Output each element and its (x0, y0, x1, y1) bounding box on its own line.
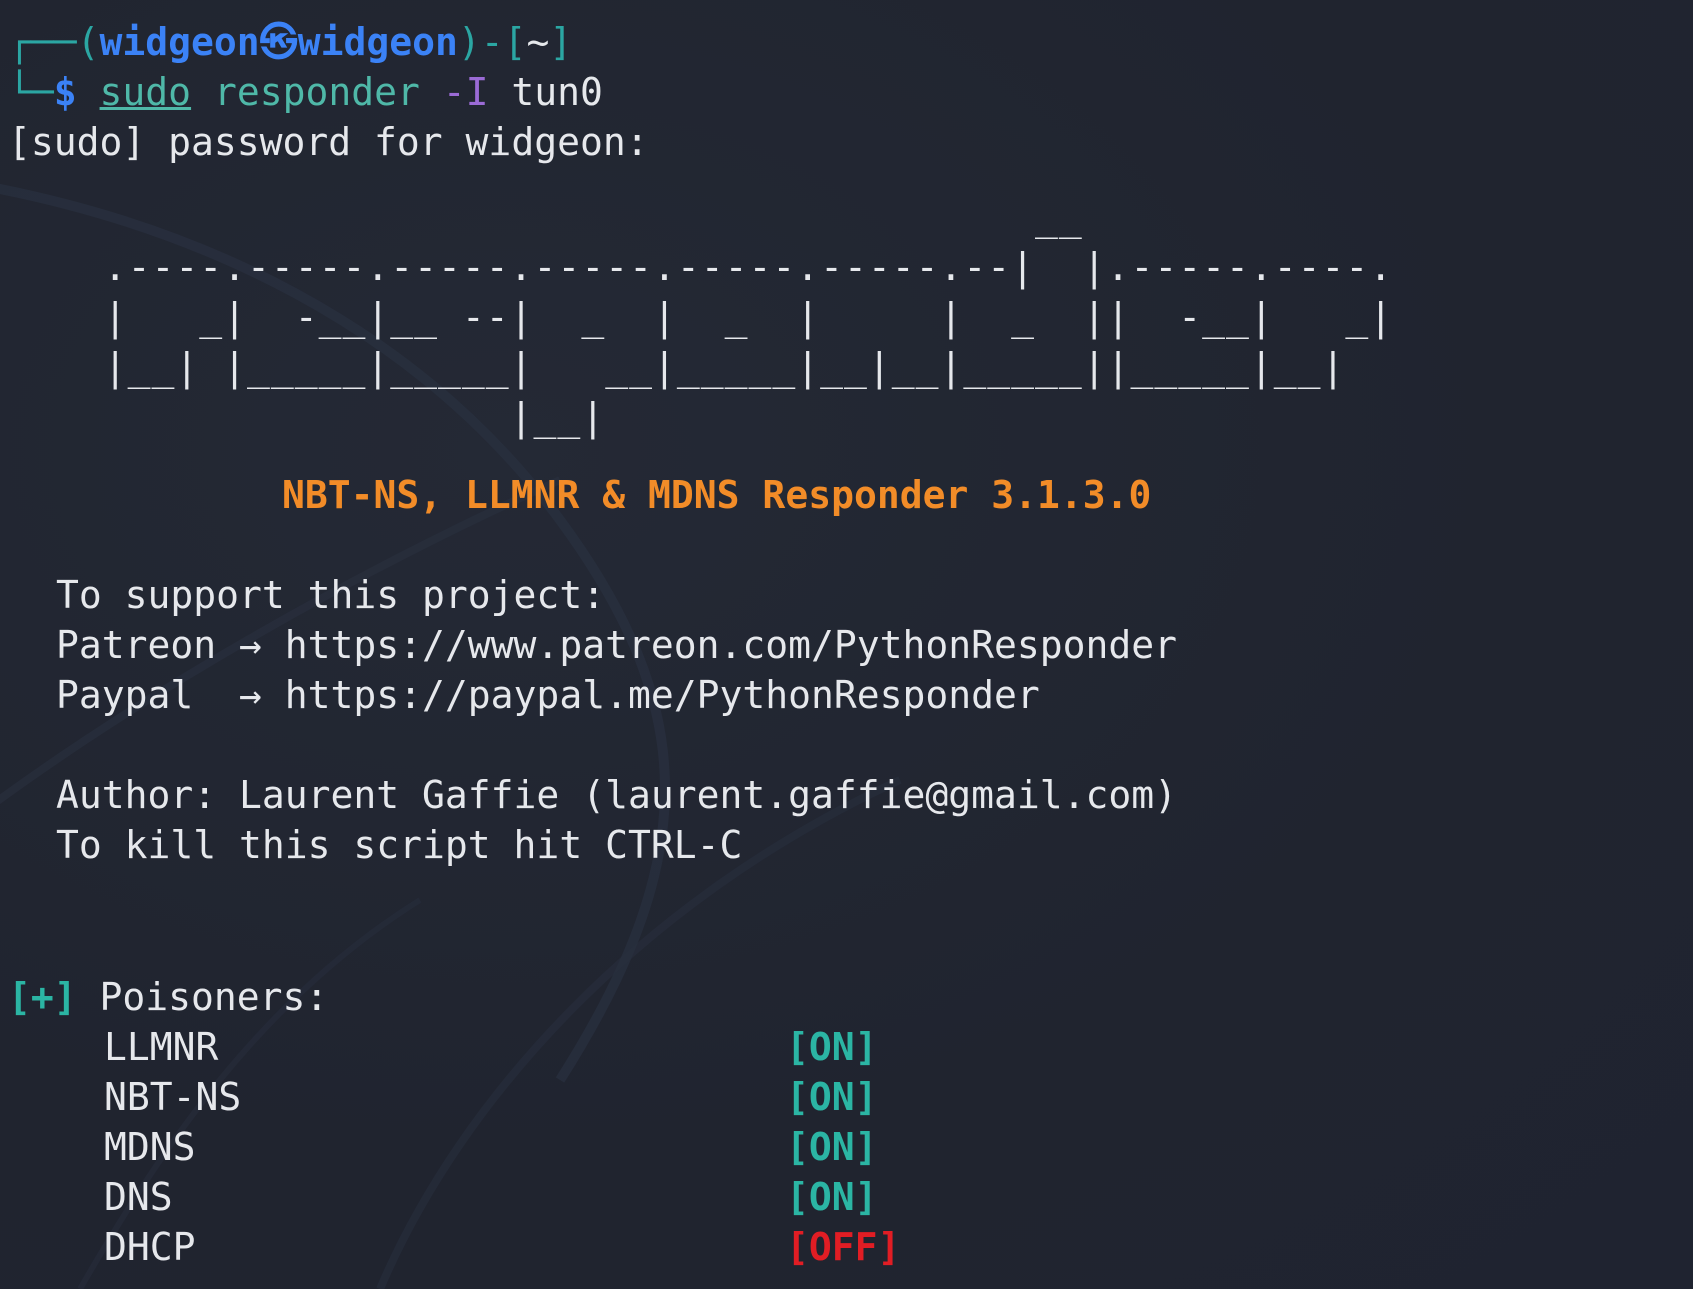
prompt-cwd: ~ (526, 20, 550, 64)
prompt-user: widgeon (99, 20, 260, 64)
poisoner-status: [ON] (786, 1175, 878, 1219)
prompt-header: ┌──(widgeon㉿widgeon)-[~] (8, 17, 572, 67)
support-patreon: Patreon → https://www.patreon.com/Python… (56, 623, 1178, 667)
poisoner-name: MDNS (104, 1125, 196, 1169)
poisoner-name: LLMNR (104, 1025, 219, 1069)
prompt-dollar: $ (53, 70, 77, 114)
command-arg: tun0 (511, 70, 603, 114)
terminal-window[interactable]: ┌──(widgeon㉿widgeon)-[~] └─$ sudo respon… (0, 0, 1693, 1289)
poisoner-status: [ON] (786, 1075, 878, 1119)
poisoners-header: [+] Poisoners: (8, 972, 328, 1022)
poisoner-status: [ON] (786, 1125, 878, 1169)
prompt-host: widgeon (297, 20, 458, 64)
command-sudo: sudo (99, 70, 192, 114)
prompt-box-bottom: └─ (8, 70, 54, 114)
command-flag: -I (442, 70, 489, 114)
poisoner-name: NBT-NS (104, 1075, 242, 1119)
poisoners-marker: [+] (8, 975, 77, 1019)
poisoner-status: [ON] (786, 1025, 878, 1069)
support-paypal: Paypal → https://paypal.me/PythonRespond… (56, 673, 1040, 717)
responder-ascii-banner: __ .----.-----.-----.-----.-----.-----.-… (103, 195, 1394, 439)
poisoner-status: [OFF] (786, 1225, 901, 1269)
author-line: Author: Laurent Gaffie (laurent.gaffie@g… (56, 773, 1178, 817)
prompt-at-icon: ㉿ (259, 20, 298, 64)
prompt-box-end: ] (549, 20, 573, 64)
sudo-password-prompt: [sudo] password for widgeon: (8, 120, 649, 164)
poisoners-heading: Poisoners: (99, 975, 329, 1019)
support-heading: To support this project: (56, 573, 606, 617)
banner-title: NBT-NS, LLMNR & MDNS Responder 3.1.3.0 (282, 473, 1152, 517)
command-program: responder (213, 70, 420, 114)
poisoner-name: DHCP (104, 1225, 196, 1269)
prompt-box-top: ┌──( (8, 20, 100, 64)
prompt-box-mid: )-[ (457, 20, 527, 64)
poisoner-name: DNS (104, 1175, 173, 1219)
command-line[interactable]: └─$ sudo responder -I tun0 (8, 67, 603, 117)
kill-hint: To kill this script hit CTRL-C (56, 823, 743, 867)
